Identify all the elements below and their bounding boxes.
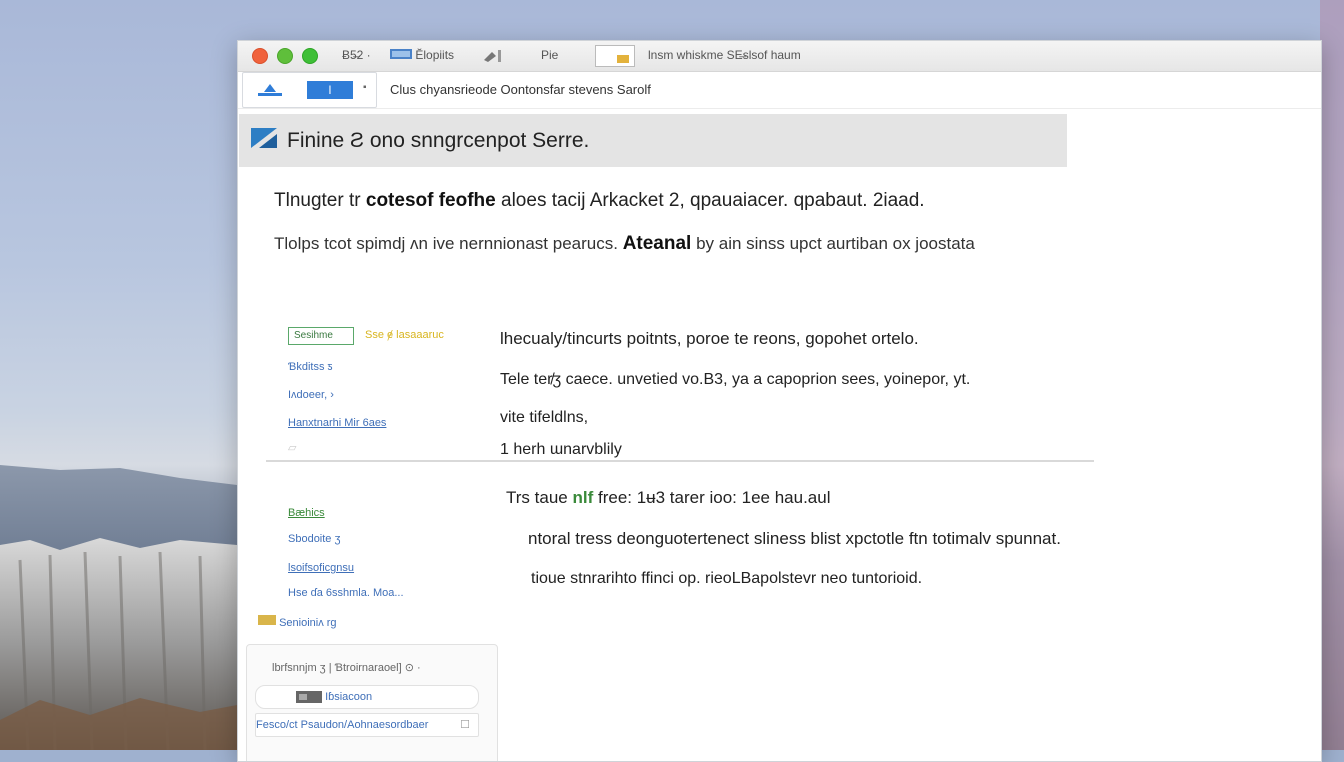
close-button[interactable]	[252, 48, 268, 64]
folder-icon	[258, 615, 276, 625]
section-2-heading-start: Trs taue	[506, 488, 568, 507]
section-1-nav-highlight[interactable]: Sse ɇ lasaaaruc	[365, 329, 444, 341]
upload-icon[interactable]	[255, 81, 285, 99]
section-2-heading-highlight: nlf	[572, 488, 594, 507]
tool-group: l ▪	[242, 72, 377, 108]
tools-icon[interactable]	[482, 48, 508, 67]
panel-row-label: Fesco/ct Psaudon/Aohnaesordbaer	[256, 719, 429, 731]
title-bar: Ƀ5̶2 · Ĕlopiits Pie lnsm whiskme SE̶slso…	[238, 41, 1321, 72]
app-window: Ƀ5̶2 · Ĕlopiits Pie lnsm whiskme SE̶slso…	[237, 40, 1322, 762]
intro-line-2-end: by ain sinss upct aurtiban ox joostata	[696, 234, 975, 253]
section-2-line-2: tioue stnrarihto ffinci op. rieoLBapolst…	[531, 570, 923, 587]
bookmark-icon[interactable]: ▱	[288, 441, 296, 454]
section-2-line-1: ntoral tress deonguotertenect sliness bl…	[528, 529, 1061, 548]
toolbar-status-text: Clus chyansrieode Oontonsfar stevens Sar…	[390, 82, 651, 97]
panel-row[interactable]: Fesco/ct Psaudon/Aohnaesordbaer ☐	[255, 713, 479, 737]
section-2-heading-end: free: 1ʉ3 tarer ioo: 1ee hau.aul	[597, 488, 831, 507]
intro-line-1: Tlnugter tr cotesof feofhe aloes tacij A…	[274, 190, 925, 212]
app-logo-icon	[251, 127, 277, 154]
tab-2-label: Ĕlopiits	[415, 48, 455, 62]
intro-line-1-end: aloes tacij Arkacket 2, qpauaiacer. qpab…	[501, 190, 925, 211]
section-divider	[266, 460, 1094, 462]
section-2-nav-item[interactable]: Hse ɗa 6sshmla. Moa...	[288, 587, 404, 599]
document-icon[interactable]	[595, 45, 635, 70]
section-2-nav-label: Senioiniʌ rg	[279, 617, 337, 629]
section-2-nav-item[interactable]: Senioiniʌ rg	[258, 614, 337, 629]
section-1-line-1: Tele ter̸ʒ caece. unvetied vo.B3, ya a c…	[500, 371, 971, 388]
section-1-heading: lhecualy/tincurts poitnts, poroe te reon…	[500, 329, 919, 348]
intro-line-2: Tlolps tcot spimdj ʌn ive nernnionast pe…	[274, 233, 975, 255]
window-title: lnsm whiskme SE̶slsof haum	[648, 48, 801, 62]
tab-1[interactable]: Ƀ5̶2 ·	[342, 48, 371, 62]
section-2-nav-item[interactable]: Sbodoite ʒ	[288, 533, 340, 545]
section-1-nav-item[interactable]: Iʌdoeer, ›	[288, 389, 334, 401]
toolbar: l ▪ Clus chyansrieode Oontonsfar stevens…	[238, 72, 1321, 109]
panel-row[interactable]: Iɓsiacoon	[255, 685, 479, 709]
intro-line-1-bold: cotesof feofhe	[365, 190, 496, 211]
section-1-nav-item[interactable]: Hanxtnarhi Mir 6aes	[288, 417, 386, 429]
window-controls	[252, 48, 318, 64]
maximize-button[interactable]	[302, 48, 318, 64]
folder-icon	[390, 48, 412, 63]
page-title: Finine Ƨ ono snngrcenpot Serre.	[287, 128, 590, 152]
section-1-nav-selected[interactable]: Sesihme	[288, 327, 354, 345]
intro-line-1-start: Tlnugter tr	[274, 190, 361, 211]
floating-panel: lbrfsnnjm ʒ | Ɓtroirnaraoel] ⊙ · Iɓsiaco…	[246, 644, 498, 761]
section-2-nav-selected[interactable]: Bæhics	[288, 507, 325, 519]
section-2-nav-item[interactable]: lsoifsoficgnsu	[288, 562, 354, 574]
dropdown-icon[interactable]: ▪	[363, 82, 367, 93]
intro-line-2-start: Tlolps tcot spimdj ʌn ive nernnionast pe…	[274, 234, 618, 253]
section-1-nav-item[interactable]: Ɓkditss ƽ	[288, 361, 333, 373]
image-icon	[296, 691, 322, 704]
panel-row-label: Iɓsiacoon	[325, 691, 373, 703]
page-banner: Finine Ƨ ono snngrcenpot Serre.	[239, 114, 1067, 167]
section-2-heading: Trs taue nlf free: 1ʉ3 tarer ioo: 1ee ha…	[506, 488, 830, 508]
intro-line-2-bold: Ateanal	[622, 233, 692, 254]
tab-2[interactable]: Ĕlopiits	[390, 48, 454, 63]
section-1-line-3: 1 herh ɯnarvblily	[500, 441, 622, 458]
section-1-line-2: vite tifeldlns,	[500, 409, 589, 426]
checkbox-icon[interactable]: ☐	[460, 714, 470, 736]
primary-tool-button[interactable]: l	[307, 81, 353, 99]
minimize-button[interactable]	[277, 48, 293, 64]
panel-title: lbrfsnnjm ʒ | Ɓtroirnaraoel] ⊙ ·	[272, 662, 421, 674]
tab-3[interactable]: Pie	[541, 48, 558, 62]
